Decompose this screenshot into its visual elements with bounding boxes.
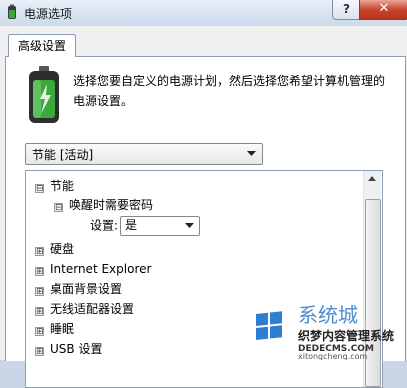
expand-icon[interactable]: ⊞ — [35, 247, 44, 257]
tree-item-label: 桌面背景设置 — [50, 282, 123, 296]
tree-item-label: Internet Explorer — [50, 262, 152, 276]
scroll-up-arrow-icon[interactable] — [368, 176, 376, 181]
window-title: 电源选项 — [24, 7, 73, 21]
vertical-scrollbar[interactable] — [363, 171, 381, 387]
tree-item-usb-settings[interactable]: ⊞ USB 设置 — [35, 340, 102, 358]
tree-item-internet-explorer[interactable]: ⊞ Internet Explorer — [35, 260, 151, 278]
tree-item-sleep[interactable]: ⊞ 睡眠 — [35, 320, 74, 338]
description-text: 选择您要自定义的电源计划，然后选择您希望计算机管理的电源设置。 — [73, 74, 386, 108]
close-button[interactable]: ✕ — [359, 0, 407, 20]
tree-item-label: 睡眠 — [50, 322, 75, 336]
expand-icon[interactable]: ⊞ — [35, 267, 44, 277]
setting-value: 是 — [125, 218, 138, 232]
scrollbar-thumb[interactable] — [365, 199, 381, 387]
collapse-icon[interactable]: ⊟ — [54, 203, 63, 213]
expand-icon[interactable]: ⊞ — [35, 287, 44, 297]
tree-item-wake-password[interactable]: ⊟ 唤醒时需要密码 — [54, 196, 153, 214]
power-plan-battery-icon — [29, 66, 59, 123]
tree-setting-row: 设置: 是 — [90, 216, 201, 236]
chevron-down-icon — [185, 223, 195, 228]
collapse-icon[interactable]: ⊟ — [35, 184, 44, 194]
power-plan-value: 节能 [活动] — [32, 148, 94, 162]
tree-item-label: 无线适配器设置 — [50, 302, 135, 316]
tree-item-plan[interactable]: ⊟ 节能 — [35, 177, 74, 195]
tree-item-label: USB 设置 — [50, 342, 103, 356]
title-bar[interactable]: 电源选项 ? ✕ — [0, 0, 407, 27]
battery-icon — [8, 4, 16, 19]
dialog-body: 高级设置 选择您要自定义的电源计划，然后选择您希望计算机管理的电源设置。 节能 … — [0, 26, 407, 388]
tree-item-desktop-background[interactable]: ⊞ 桌面背景设置 — [35, 280, 122, 298]
tree-item-label: 节能 — [50, 179, 75, 193]
settings-tree[interactable]: ⊟ 节能 ⊟ 唤醒时需要密码 设置: 是 ⊞ 硬盘 ⊞ Internet Explorer… — [25, 170, 383, 388]
tree-item-hard-disk[interactable]: ⊞ 硬盘 — [35, 240, 74, 258]
tree-item-label: 硬盘 — [50, 242, 75, 256]
expand-icon[interactable]: ⊞ — [35, 307, 44, 317]
tree-item-wireless-adapter[interactable]: ⊞ 无线适配器设置 — [35, 300, 134, 318]
power-plan-dropdown[interactable]: 节能 [活动] — [25, 143, 263, 165]
setting-dropdown[interactable]: 是 — [120, 216, 201, 236]
help-button[interactable]: ? — [332, 0, 361, 20]
setting-label: 设置: — [90, 218, 119, 233]
tree-item-label: 唤醒时需要密码 — [69, 198, 154, 212]
chevron-down-icon — [247, 151, 256, 156]
expand-icon[interactable]: ⊞ — [35, 327, 44, 337]
tab-advanced-settings[interactable]: 高级设置 — [8, 34, 76, 57]
expand-icon[interactable]: ⊞ — [35, 347, 44, 357]
